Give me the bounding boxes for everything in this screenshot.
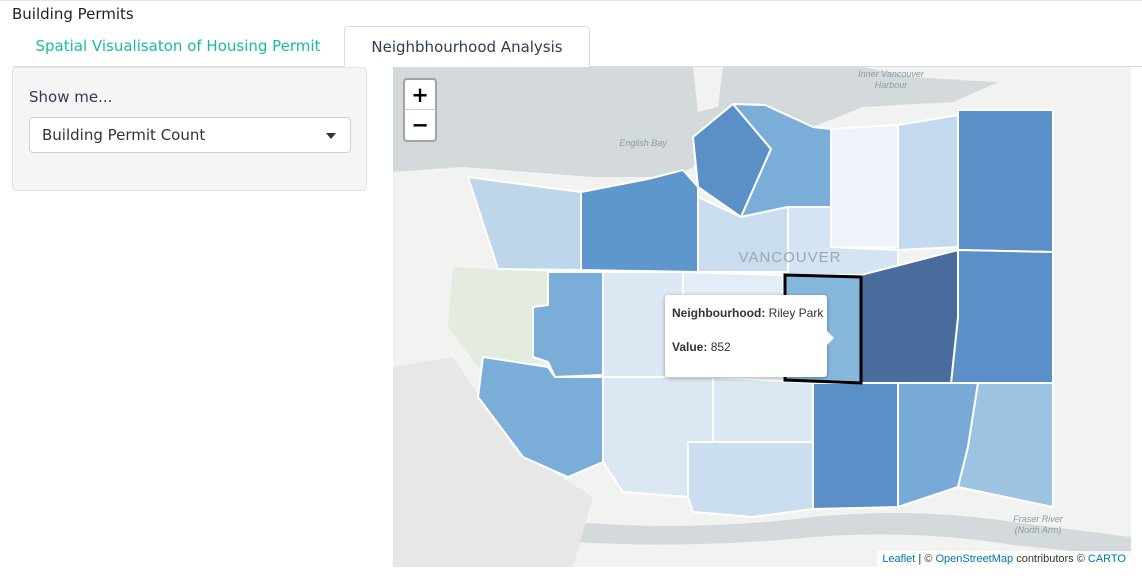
neighbourhood-sunset[interactable] <box>812 382 899 510</box>
tab-spatial-visualisation[interactable]: Spatial Visualisaton of Housing Permit <box>24 26 332 66</box>
neighbourhood-strathcona[interactable] <box>830 124 899 248</box>
control-panel: Show me... Building Permit Count <box>12 67 367 191</box>
neighbourhood-hastings-sunrise[interactable] <box>957 109 1054 253</box>
label-fraser-river: Fraser River <box>1013 514 1064 524</box>
popup-value-label: Value: <box>672 340 708 354</box>
label-english-bay: English Bay <box>619 138 667 148</box>
show-me-label: Show me... <box>29 88 113 106</box>
map-container[interactable]: Inner Vancouver Harbour English Bay VANC… <box>393 67 1131 567</box>
popup-neighbourhood-label: Neighbourhood: <box>672 306 766 320</box>
metric-select[interactable]: Building Permit Count <box>29 117 351 153</box>
carto-link[interactable]: CARTO <box>1088 553 1126 565</box>
caret-down-icon <box>326 133 336 139</box>
tab-neighbourhood-analysis[interactable]: Neighbhourhood Analysis <box>344 26 590 67</box>
attribution-separator: | © <box>915 553 936 565</box>
zoom-out-button[interactable]: − <box>405 110 435 140</box>
label-inner-harbour: Inner Vancouver <box>858 69 925 79</box>
popup-value: 852 <box>710 340 731 354</box>
attribution-contributors: contributors © <box>1013 553 1088 565</box>
zoom-in-button[interactable]: + <box>405 80 435 110</box>
popup-value-row: Value: 852 <box>672 340 731 354</box>
popup-arrow <box>827 331 834 345</box>
label-vancouver: VANCOUVER <box>739 249 842 266</box>
osm-link[interactable]: OpenStreetMap <box>935 553 1013 565</box>
label-north-arm: (North Arm) <box>1015 525 1062 535</box>
metric-select-value: Building Permit Count <box>42 126 206 144</box>
popup-neighbourhood-row: Neighbourhood: Riley Park <box>672 306 823 320</box>
neighbourhood-grandview-woodland[interactable] <box>897 114 959 251</box>
map-attribution: Leaflet | © OpenStreetMap contributors ©… <box>877 551 1131 567</box>
neighbourhood-south-cambie[interactable] <box>712 376 814 443</box>
label-harbour: Harbour <box>875 80 909 90</box>
zoom-control: + − <box>403 78 437 142</box>
tab-bar: Spatial Visualisaton of Housing Permit N… <box>12 26 1142 67</box>
map-popup: Neighbourhood: Riley Park Value: 852 <box>665 295 834 377</box>
neighbourhood-marpole[interactable] <box>687 441 814 518</box>
popup-neighbourhood-value: Riley Park <box>768 306 824 320</box>
app-title: Building Permits <box>12 5 134 23</box>
top-border <box>0 0 1142 1</box>
leaflet-link[interactable]: Leaflet <box>882 553 915 565</box>
neighbourhood-renfrew-collingwood[interactable] <box>950 249 1054 384</box>
